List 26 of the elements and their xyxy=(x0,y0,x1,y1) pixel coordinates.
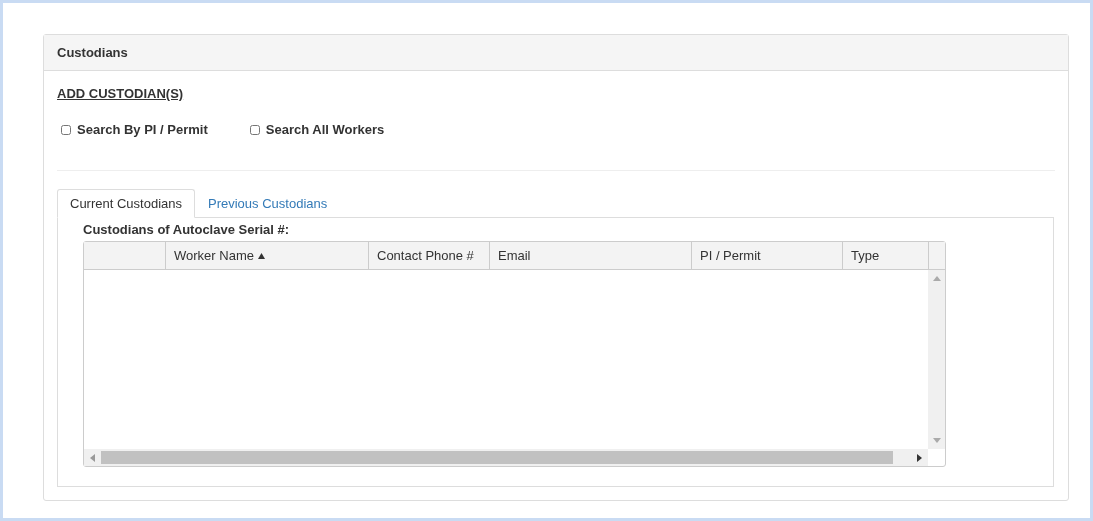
column-label: Worker Name xyxy=(174,248,254,263)
vertical-scrollbar[interactable] xyxy=(928,270,945,449)
checkbox[interactable] xyxy=(249,124,260,135)
column-header[interactable]: Contact Phone # xyxy=(369,242,490,269)
grid-caption: Custodians of Autoclave Serial #: xyxy=(83,221,291,239)
checkbox-label: Search All Workers xyxy=(265,122,385,137)
column-label: Contact Phone # xyxy=(377,248,474,263)
scroll-right-icon[interactable] xyxy=(917,453,922,462)
column-label: Email xyxy=(498,248,531,263)
tab[interactable]: Current Custodians xyxy=(57,189,195,218)
column-label: Type xyxy=(851,248,880,263)
sort-ascending-icon xyxy=(257,252,265,259)
panel-title: Custodians xyxy=(57,45,128,60)
column-header[interactable]: PI / Permit xyxy=(692,242,843,269)
scroll-down-icon[interactable] xyxy=(932,438,941,443)
scroll-up-icon[interactable] xyxy=(932,276,941,281)
tab[interactable]: Previous Custodians xyxy=(195,189,341,218)
horizontal-scrollbar[interactable] xyxy=(84,449,928,466)
add-custodian-link[interactable]: ADD CUSTODIAN(S) xyxy=(57,86,184,101)
column-header[interactable]: Email xyxy=(490,242,692,269)
column-header[interactable]: Type xyxy=(843,242,929,269)
column-header[interactable]: Worker Name xyxy=(166,242,369,269)
checkbox-label: Search By PI / Permit xyxy=(77,122,208,137)
column-label: PI / Permit xyxy=(700,248,761,263)
checkbox[interactable] xyxy=(61,124,71,135)
scroll-left-icon[interactable] xyxy=(90,453,95,462)
